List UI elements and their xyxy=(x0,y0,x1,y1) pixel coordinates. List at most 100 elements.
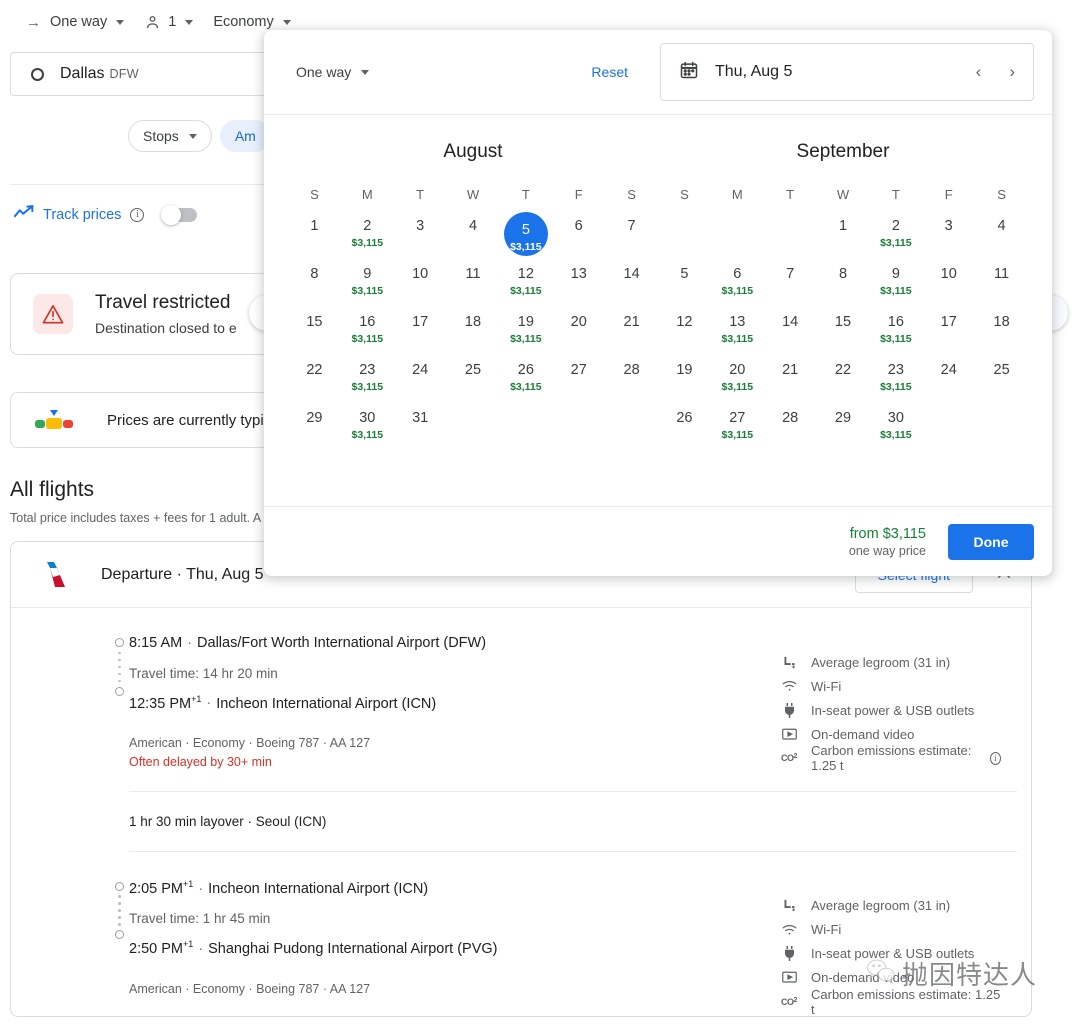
calendar-day[interactable]: 28 xyxy=(764,408,817,452)
calendar-day[interactable]: 3 xyxy=(394,216,447,260)
calendar-day[interactable]: 5 xyxy=(658,264,711,308)
calendar-day[interactable]: 17 xyxy=(922,312,975,356)
weekday: W xyxy=(466,187,480,202)
info-icon[interactable]: i xyxy=(130,207,145,222)
calendar-day[interactable]: 15 xyxy=(817,312,870,356)
calendar-day[interactable]: 16 $3,115 xyxy=(869,312,922,356)
calendar-day[interactable]: 14 xyxy=(764,312,817,356)
calendar-day[interactable]: 7 xyxy=(764,264,817,308)
calendar-day[interactable]: 31 xyxy=(394,408,447,452)
chevron-down-icon xyxy=(361,69,370,75)
calendar-day[interactable]: 10 xyxy=(394,264,447,308)
calendar-day[interactable]: 18 xyxy=(975,312,1028,356)
calendar-day[interactable]: 13 $3,115 xyxy=(711,312,764,356)
calendar-day-price: $3,115 xyxy=(880,333,912,345)
next-month-button[interactable]: › xyxy=(1005,62,1019,82)
calendar-day[interactable]: 21 xyxy=(605,312,658,356)
calendar-day[interactable]: 12 $3,115 xyxy=(499,264,552,308)
calendar-day[interactable]: 17 xyxy=(394,312,447,356)
calendar-day[interactable]: 22 xyxy=(288,360,341,404)
calendar-day[interactable]: 8 xyxy=(288,264,341,308)
calendar-day[interactable]: 5 $3,115 xyxy=(499,212,552,260)
origin-value: Dallas DFW xyxy=(60,65,139,83)
calendar-day[interactable]: 24 xyxy=(922,360,975,404)
segment-1-depart-time: 8:15 AM xyxy=(129,635,183,651)
calendar-day[interactable]: 11 xyxy=(447,264,500,308)
filter-chip-stops[interactable]: Stops xyxy=(128,120,212,152)
person-icon xyxy=(144,14,161,31)
trip-type-selector[interactable]: → One way xyxy=(18,10,132,35)
calendar-day-number: 28 xyxy=(623,362,640,378)
calendar-day-number: 1 xyxy=(838,218,848,234)
calendar-day[interactable]: 30 $3,115 xyxy=(869,408,922,452)
segment-2-arrive-time: 2:50 PM xyxy=(129,941,183,958)
calendar-day[interactable]: 4 xyxy=(975,216,1028,260)
cabin-class-label: Economy xyxy=(213,14,274,30)
done-button[interactable]: Done xyxy=(948,523,1034,560)
calendar-day[interactable]: 15 xyxy=(288,312,341,356)
calendar-day[interactable]: 19 $3,115 xyxy=(499,312,552,356)
on-demand-video-icon xyxy=(781,728,797,741)
filter-chips: Stops Am xyxy=(128,120,271,152)
calendar-day[interactable]: 7 xyxy=(605,216,658,260)
calendar-day[interactable]: 18 xyxy=(447,312,500,356)
calendar-day[interactable]: 10 xyxy=(922,264,975,308)
calendar-day[interactable]: 2 $3,115 xyxy=(869,216,922,260)
layover-row: 1 hr 30 min layover · Seoul (ICN) xyxy=(129,790,1017,852)
calendar-day-price: $3,115 xyxy=(351,237,384,249)
chevron-down-icon xyxy=(116,19,125,25)
calendar-day[interactable]: 28 xyxy=(605,360,658,404)
calendar-day[interactable]: 1 xyxy=(817,216,870,260)
calendar-day[interactable]: 23 $3,115 xyxy=(341,360,394,404)
calendar-day[interactable]: 3 xyxy=(922,216,975,260)
trip-type-label: One way xyxy=(50,14,108,30)
segment-timeline-1 xyxy=(115,638,127,696)
calendar-day[interactable]: 4 xyxy=(447,216,500,260)
timeline-dot xyxy=(118,658,121,661)
calendar-day[interactable]: 25 xyxy=(975,360,1028,404)
calendar-day[interactable]: 8 xyxy=(817,264,870,308)
calendar-day[interactable]: 6 xyxy=(552,216,605,260)
calendar-day[interactable]: 24 xyxy=(394,360,447,404)
calendar-day[interactable]: 20 $3,115 xyxy=(711,360,764,404)
weekday: T xyxy=(416,187,425,202)
calendar-day[interactable]: 26 $3,115 xyxy=(499,360,552,404)
calendar-day-number: 14 xyxy=(782,314,799,330)
reset-button[interactable]: Reset xyxy=(591,64,628,80)
track-prices-toggle[interactable] xyxy=(161,204,198,225)
calendar-day[interactable]: 29 xyxy=(288,408,341,452)
calendar-day[interactable]: 9 $3,115 xyxy=(869,264,922,308)
calendar-day[interactable]: 25 xyxy=(447,360,500,404)
calendar-day[interactable]: 1 xyxy=(288,216,341,260)
price-insight-text: Prices are currently typic xyxy=(107,411,272,429)
calendar-day[interactable]: 27 $3,115 xyxy=(711,408,764,452)
calendar-day[interactable]: 16 $3,115 xyxy=(341,312,394,356)
calendar-day-number: 18 xyxy=(464,314,482,330)
calendar-day[interactable]: 26 xyxy=(658,408,711,452)
calendar-day[interactable]: 20 xyxy=(552,312,605,356)
calendar-day[interactable]: 11 xyxy=(975,264,1028,308)
calendar-day[interactable]: 21 xyxy=(764,360,817,404)
calendar-day[interactable]: 12 xyxy=(658,312,711,356)
calendar-day[interactable]: 30 $3,115 xyxy=(341,408,394,452)
day-grid: 1 2 $3,115 3 4 5 6 $3,115 7 8 9 $3,115 10 11 12 13 $3,11… xyxy=(658,216,1028,452)
calendar-day[interactable]: 19 xyxy=(658,360,711,404)
price-bar-icon xyxy=(33,409,79,431)
passengers-selector[interactable]: 1 xyxy=(136,10,201,35)
calendar-day[interactable]: 2 $3,115 xyxy=(341,216,394,260)
calendar-day[interactable]: 29 xyxy=(817,408,870,452)
departure-date-field[interactable]: Thu, Aug 5 ‹ › xyxy=(660,43,1034,101)
calendar-day-number: 18 xyxy=(993,314,1010,330)
carbon-info-icon[interactable]: i xyxy=(989,751,1001,765)
calendar-day[interactable]: 27 xyxy=(552,360,605,404)
month-title: August xyxy=(443,141,503,162)
dialog-trip-type-selector[interactable]: One way xyxy=(296,64,370,80)
calendar-day[interactable]: 9 $3,115 xyxy=(341,264,394,308)
calendar-day[interactable]: 14 xyxy=(605,264,658,308)
previous-month-button[interactable]: ‹ xyxy=(972,62,986,82)
calendar-day[interactable]: 6 $3,115 xyxy=(711,264,764,308)
calendar-day[interactable]: 13 xyxy=(552,264,605,308)
segment-1-arrive-time: 12:35 PM xyxy=(129,695,192,712)
calendar-day[interactable]: 23 $3,115 xyxy=(869,360,922,404)
calendar-day[interactable]: 22 xyxy=(817,360,870,404)
